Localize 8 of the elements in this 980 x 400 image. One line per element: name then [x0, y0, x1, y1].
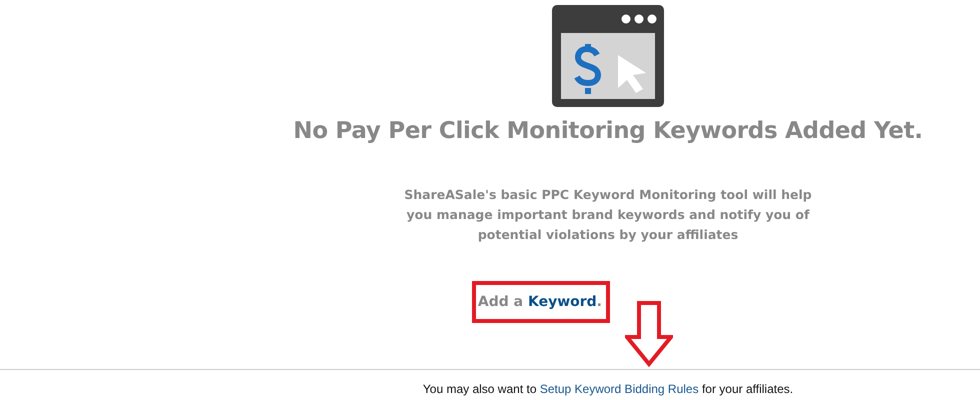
description: ShareASale's basic PPC Keyword Monitoring tool will help you manage important brand keywords and notify you of potential violations by your affiliates — [403, 186, 813, 244]
down-arrow — [625, 301, 673, 367]
keyword-link[interactable]: Keyword — [528, 294, 597, 310]
add-keyword-text: Add a Keyword. — [478, 292, 602, 312]
browser-dollar-icon — [552, 5, 664, 107]
bidding-rules-link[interactable]: Setup Keyword Bidding Rules — [540, 382, 699, 396]
heading: No Pay Per Click Monitoring Keywords Added Yet. — [293, 117, 923, 145]
note-text: You may also want to Setup Keyword Bidding Rules for your affiliates. — [422, 381, 794, 398]
